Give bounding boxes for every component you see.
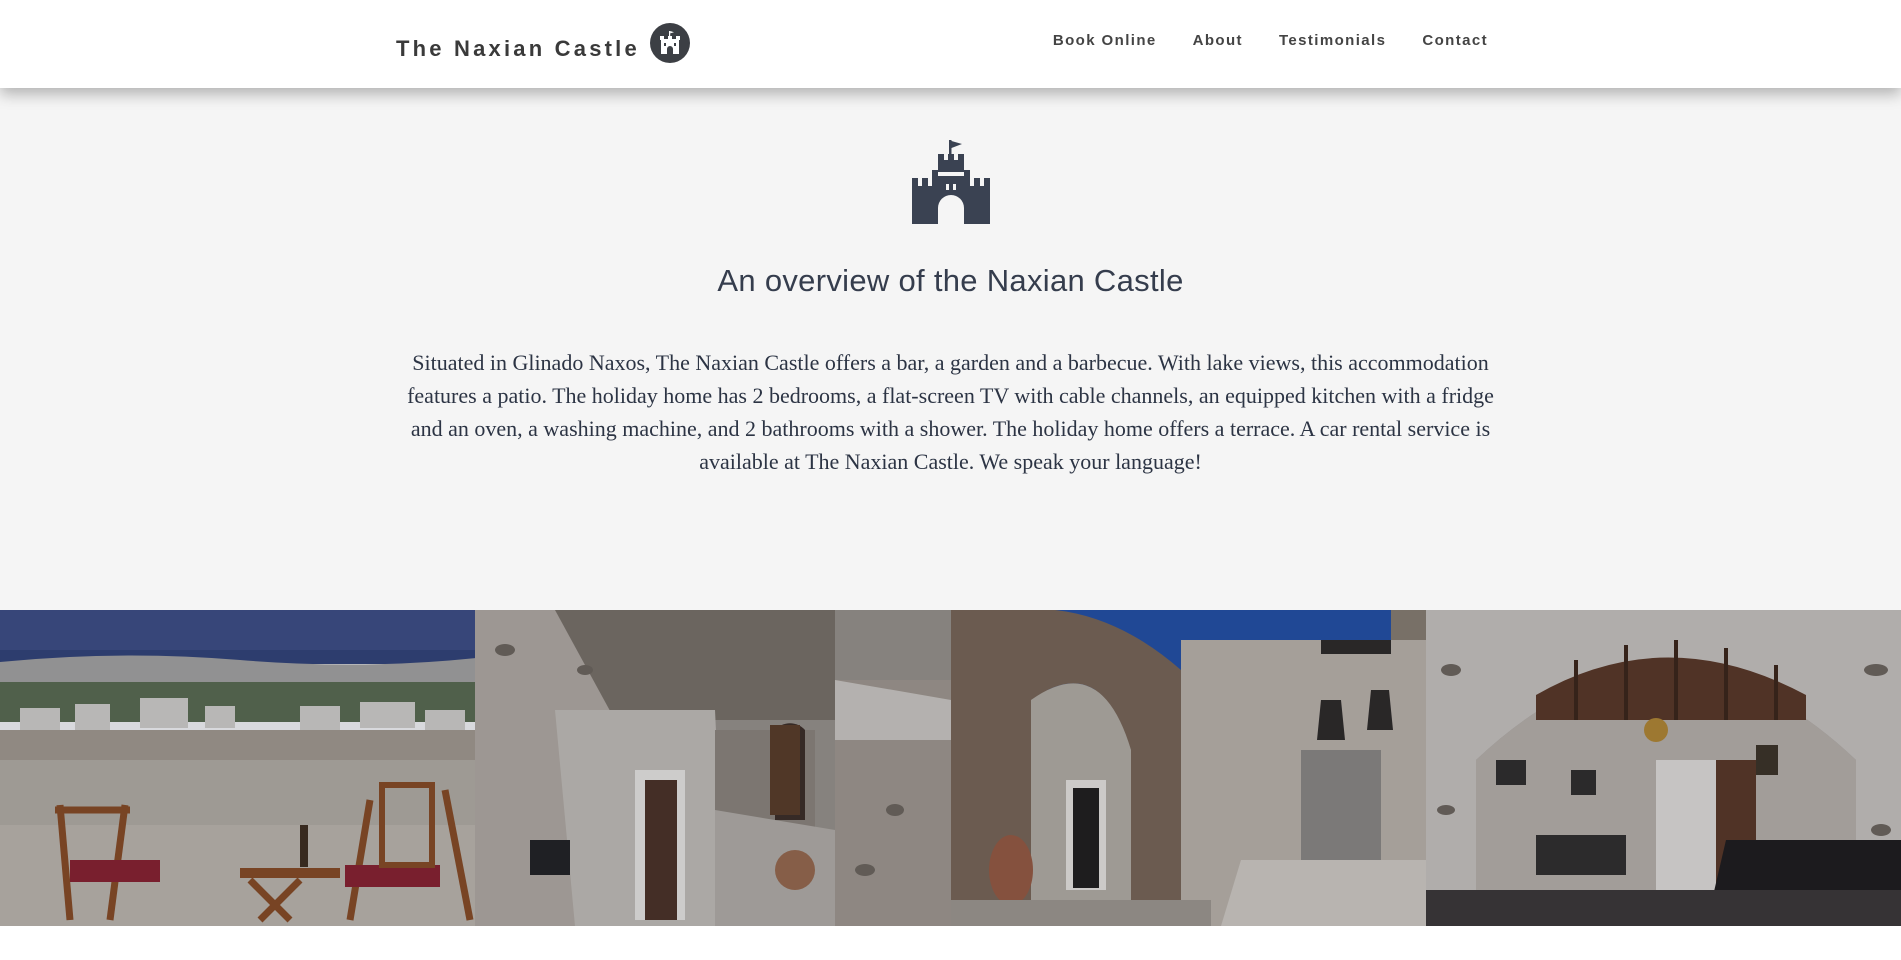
nav-book-online[interactable]: Book Online bbox=[1053, 32, 1157, 49]
nav-testimonials[interactable]: Testimonials bbox=[1279, 32, 1386, 49]
castle-icon bbox=[649, 23, 690, 63]
nav-about[interactable]: About bbox=[1193, 32, 1243, 49]
brand-link[interactable]: The Naxian Castle bbox=[396, 18, 690, 68]
nav-contact[interactable]: Contact bbox=[1422, 32, 1488, 49]
brand-name: The Naxian Castle bbox=[396, 36, 640, 61]
overview-section: An overview of the Naxian Castle Situate… bbox=[0, 88, 1901, 610]
main-nav: Book Online About Testimonials Contact bbox=[1017, 32, 1488, 49]
site-header: The Naxian Castle Book Online About Test… bbox=[0, 0, 1901, 88]
gallery-photo-archway[interactable] bbox=[950, 610, 1426, 926]
overview-description: Situated in Glinado Naxos, The Naxian Ca… bbox=[407, 350, 1494, 474]
castle-icon bbox=[912, 140, 990, 229]
gallery-photo-terrace[interactable] bbox=[0, 610, 476, 926]
gallery-photo-interior[interactable] bbox=[1425, 610, 1901, 926]
gallery-photo-courtyard[interactable] bbox=[475, 610, 951, 926]
photo-gallery bbox=[0, 610, 1901, 926]
footer-spacer bbox=[0, 926, 1901, 960]
page-title: An overview of the Naxian Castle bbox=[717, 262, 1184, 298]
